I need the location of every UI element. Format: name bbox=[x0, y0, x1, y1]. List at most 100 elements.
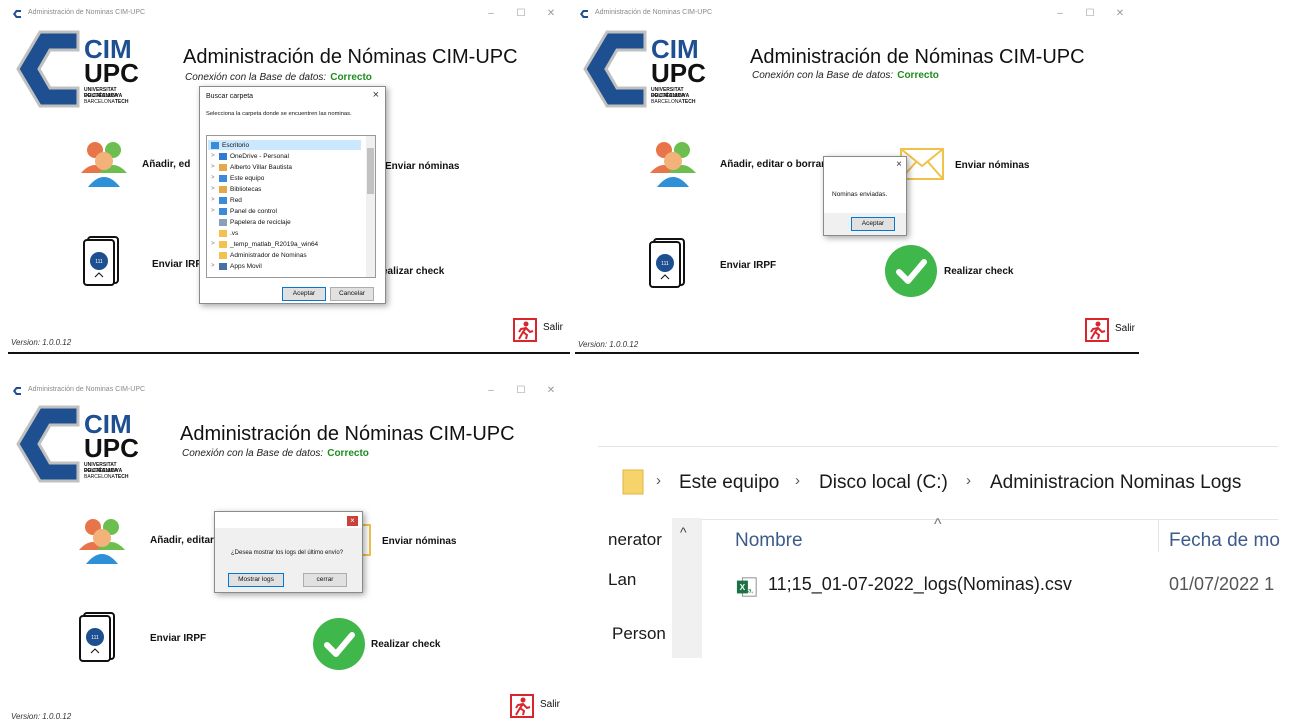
exit-icon[interactable] bbox=[510, 694, 534, 718]
dialog-close-button[interactable]: × bbox=[347, 516, 358, 526]
tree-scrollbar[interactable] bbox=[366, 136, 375, 277]
close-window-button[interactable]: ✕ bbox=[1105, 6, 1135, 22]
desktop-icon bbox=[211, 141, 219, 149]
scroll-up-icon[interactable]: ^ bbox=[680, 524, 687, 540]
app-window-2: Administración de Nominas CIM-UPC – ☐ ✕ … bbox=[575, 4, 1139, 354]
tree-item[interactable]: .vs bbox=[211, 228, 238, 238]
send-payroll-button-label[interactable]: Enviar nóminas bbox=[382, 536, 456, 547]
expand-arrow-icon[interactable]: > bbox=[211, 197, 219, 203]
minimize-button[interactable]: – bbox=[476, 6, 506, 22]
expand-arrow-icon[interactable]: > bbox=[211, 186, 219, 192]
accept-button[interactable]: Aceptar bbox=[851, 217, 895, 231]
exit-button-label[interactable]: Salir bbox=[1115, 323, 1135, 334]
window-bottom-edge bbox=[8, 352, 570, 354]
tree-item[interactable]: Escritorio bbox=[208, 140, 361, 150]
exit-icon[interactable] bbox=[513, 318, 537, 342]
close-window-button[interactable]: ✕ bbox=[536, 6, 566, 22]
show-logs-button[interactable]: Mostrar logs bbox=[228, 573, 284, 587]
checkmark-icon[interactable] bbox=[885, 245, 937, 297]
tree-item[interactable]: > Alberto Villar Bautista bbox=[211, 162, 292, 172]
minimize-button[interactable]: – bbox=[476, 383, 506, 399]
send-payroll-button-label[interactable]: Enviar nóminas bbox=[955, 160, 1029, 171]
svg-text:111: 111 bbox=[95, 259, 103, 265]
check-button-label[interactable]: Realizar check bbox=[944, 266, 1014, 277]
title-bar: Administración de Nominas CIM-UPC – ☐ ✕ bbox=[8, 381, 570, 403]
tree-item[interactable]: Papelera de reciclaje bbox=[211, 217, 291, 227]
tree-item[interactable]: > Apps Movil bbox=[211, 261, 262, 271]
maximize-button[interactable]: ☐ bbox=[506, 383, 536, 399]
tree-item[interactable]: > _temp_matlab_R2019a_win64 bbox=[211, 239, 318, 249]
connection-label: Conexión con la Base de datos: bbox=[185, 72, 327, 83]
irpf-document-icon[interactable]: 111 bbox=[82, 235, 122, 287]
logo-c-mark bbox=[583, 30, 647, 108]
expand-arrow-icon[interactable]: > bbox=[211, 208, 219, 214]
send-irpf-button-label[interactable]: Enviar IRPF bbox=[720, 260, 776, 271]
address-bar[interactable]: › Este equipo › Disco local (C:) › Admin… bbox=[598, 446, 1278, 520]
add-edit-button-label[interactable]: Añadir, editar bbox=[150, 535, 214, 546]
check-button-label[interactable]: Realizar check bbox=[371, 639, 441, 650]
close-window-button[interactable]: ✕ bbox=[536, 383, 566, 399]
maximize-button[interactable]: ☐ bbox=[1075, 6, 1105, 22]
tree-item[interactable]: > Red bbox=[211, 195, 242, 205]
send-irpf-button-label[interactable]: Enviar IRPF bbox=[150, 633, 206, 644]
exit-button-label[interactable]: Salir bbox=[540, 699, 560, 710]
tree-item[interactable]: Administrador de Nominas bbox=[211, 250, 307, 260]
folder-tree[interactable]: Escritorio > OneDrive - Personal > Alberto V… bbox=[206, 135, 376, 278]
breadcrumb-item-2[interactable]: Disco local (C:) bbox=[819, 472, 948, 494]
nav-item[interactable]: nerator bbox=[608, 530, 662, 550]
expand-arrow-icon[interactable]: > bbox=[211, 164, 219, 170]
accept-button[interactable]: Aceptar bbox=[282, 287, 326, 301]
irpf-document-icon[interactable]: 111 bbox=[648, 237, 688, 289]
add-edit-button-label[interactable]: Añadir, ed bbox=[142, 159, 190, 170]
file-name[interactable]: 11;15_01-07-2022_logs(Nominas).csv bbox=[768, 574, 1072, 595]
column-divider[interactable] bbox=[1158, 520, 1159, 552]
tree-item[interactable]: > Panel de control bbox=[211, 206, 277, 216]
exit-icon[interactable] bbox=[1085, 318, 1109, 342]
add-edit-button-label[interactable]: Añadir, editar o borrar bbox=[720, 159, 825, 170]
users-icon[interactable] bbox=[647, 137, 697, 187]
file-row[interactable]: X a, 11;15_01-07-2022_logs(Nominas).csv … bbox=[728, 572, 1278, 602]
folder-icon bbox=[219, 240, 227, 248]
recycle-bin-icon bbox=[219, 218, 227, 226]
expand-arrow-icon[interactable]: > bbox=[211, 241, 219, 247]
expand-arrow-icon[interactable]: > bbox=[211, 153, 219, 159]
window-title: Administración de Nominas CIM-UPC bbox=[595, 9, 713, 16]
tree-item-label: Papelera de reciclaje bbox=[230, 218, 291, 226]
app-icon bbox=[13, 387, 21, 395]
dialog-close-button[interactable]: × bbox=[373, 89, 379, 101]
column-header-name[interactable]: Nombre bbox=[735, 530, 803, 552]
nav-scrollbar[interactable]: ^ bbox=[672, 518, 702, 658]
expand-arrow-icon[interactable]: > bbox=[211, 175, 219, 181]
tree-item[interactable]: > Bibliotecas bbox=[211, 184, 261, 194]
nav-item[interactable]: Lan bbox=[608, 570, 636, 590]
cancel-button[interactable]: Cancelar bbox=[330, 287, 374, 301]
breadcrumb-sep: › bbox=[656, 472, 661, 489]
column-header-date[interactable]: Fecha de mo bbox=[1169, 530, 1280, 552]
tree-item-label: Alberto Villar Bautista bbox=[230, 163, 293, 171]
users-icon[interactable] bbox=[78, 137, 128, 187]
expand-arrow-icon[interactable]: > bbox=[211, 263, 219, 269]
tree-item-label: Administrador de Nominas bbox=[230, 251, 307, 259]
check-button-label[interactable]: ealizar check bbox=[382, 266, 444, 277]
minimize-button[interactable]: – bbox=[1045, 6, 1075, 22]
send-irpf-button-label[interactable]: Enviar IRP bbox=[152, 259, 202, 270]
exit-button-label[interactable]: Salir bbox=[543, 322, 563, 333]
breadcrumb-item-1[interactable]: Este equipo bbox=[679, 472, 779, 494]
scroll-thumb[interactable] bbox=[367, 148, 374, 194]
irpf-document-icon[interactable]: 111 bbox=[78, 611, 118, 663]
users-icon[interactable] bbox=[76, 514, 126, 564]
checkmark-icon[interactable] bbox=[313, 618, 365, 670]
close-button[interactable]: cerrar bbox=[303, 573, 347, 587]
send-payroll-button-label[interactable]: Enviar nóminas bbox=[385, 161, 459, 172]
tree-item[interactable]: > Este equipo bbox=[211, 173, 264, 183]
title-bar: Administración de Nominas CIM-UPC – ☐ ✕ bbox=[575, 4, 1139, 26]
maximize-button[interactable]: ☐ bbox=[506, 6, 536, 22]
tree-item[interactable]: > OneDrive - Personal bbox=[211, 151, 289, 161]
payroll-sent-dialog: × Nominas enviadas. Aceptar bbox=[823, 156, 907, 236]
app-window-1: Administración de Nominas CIM-UPC – ☐ ✕ … bbox=[8, 4, 570, 354]
dialog-close-button[interactable]: × bbox=[896, 159, 902, 170]
breadcrumb-item-3[interactable]: Administracion Nominas Logs bbox=[990, 472, 1241, 494]
tree-item-label: Escritorio bbox=[222, 141, 250, 149]
nav-item[interactable]: Person bbox=[612, 624, 666, 644]
breadcrumb-sep: › bbox=[966, 472, 971, 489]
